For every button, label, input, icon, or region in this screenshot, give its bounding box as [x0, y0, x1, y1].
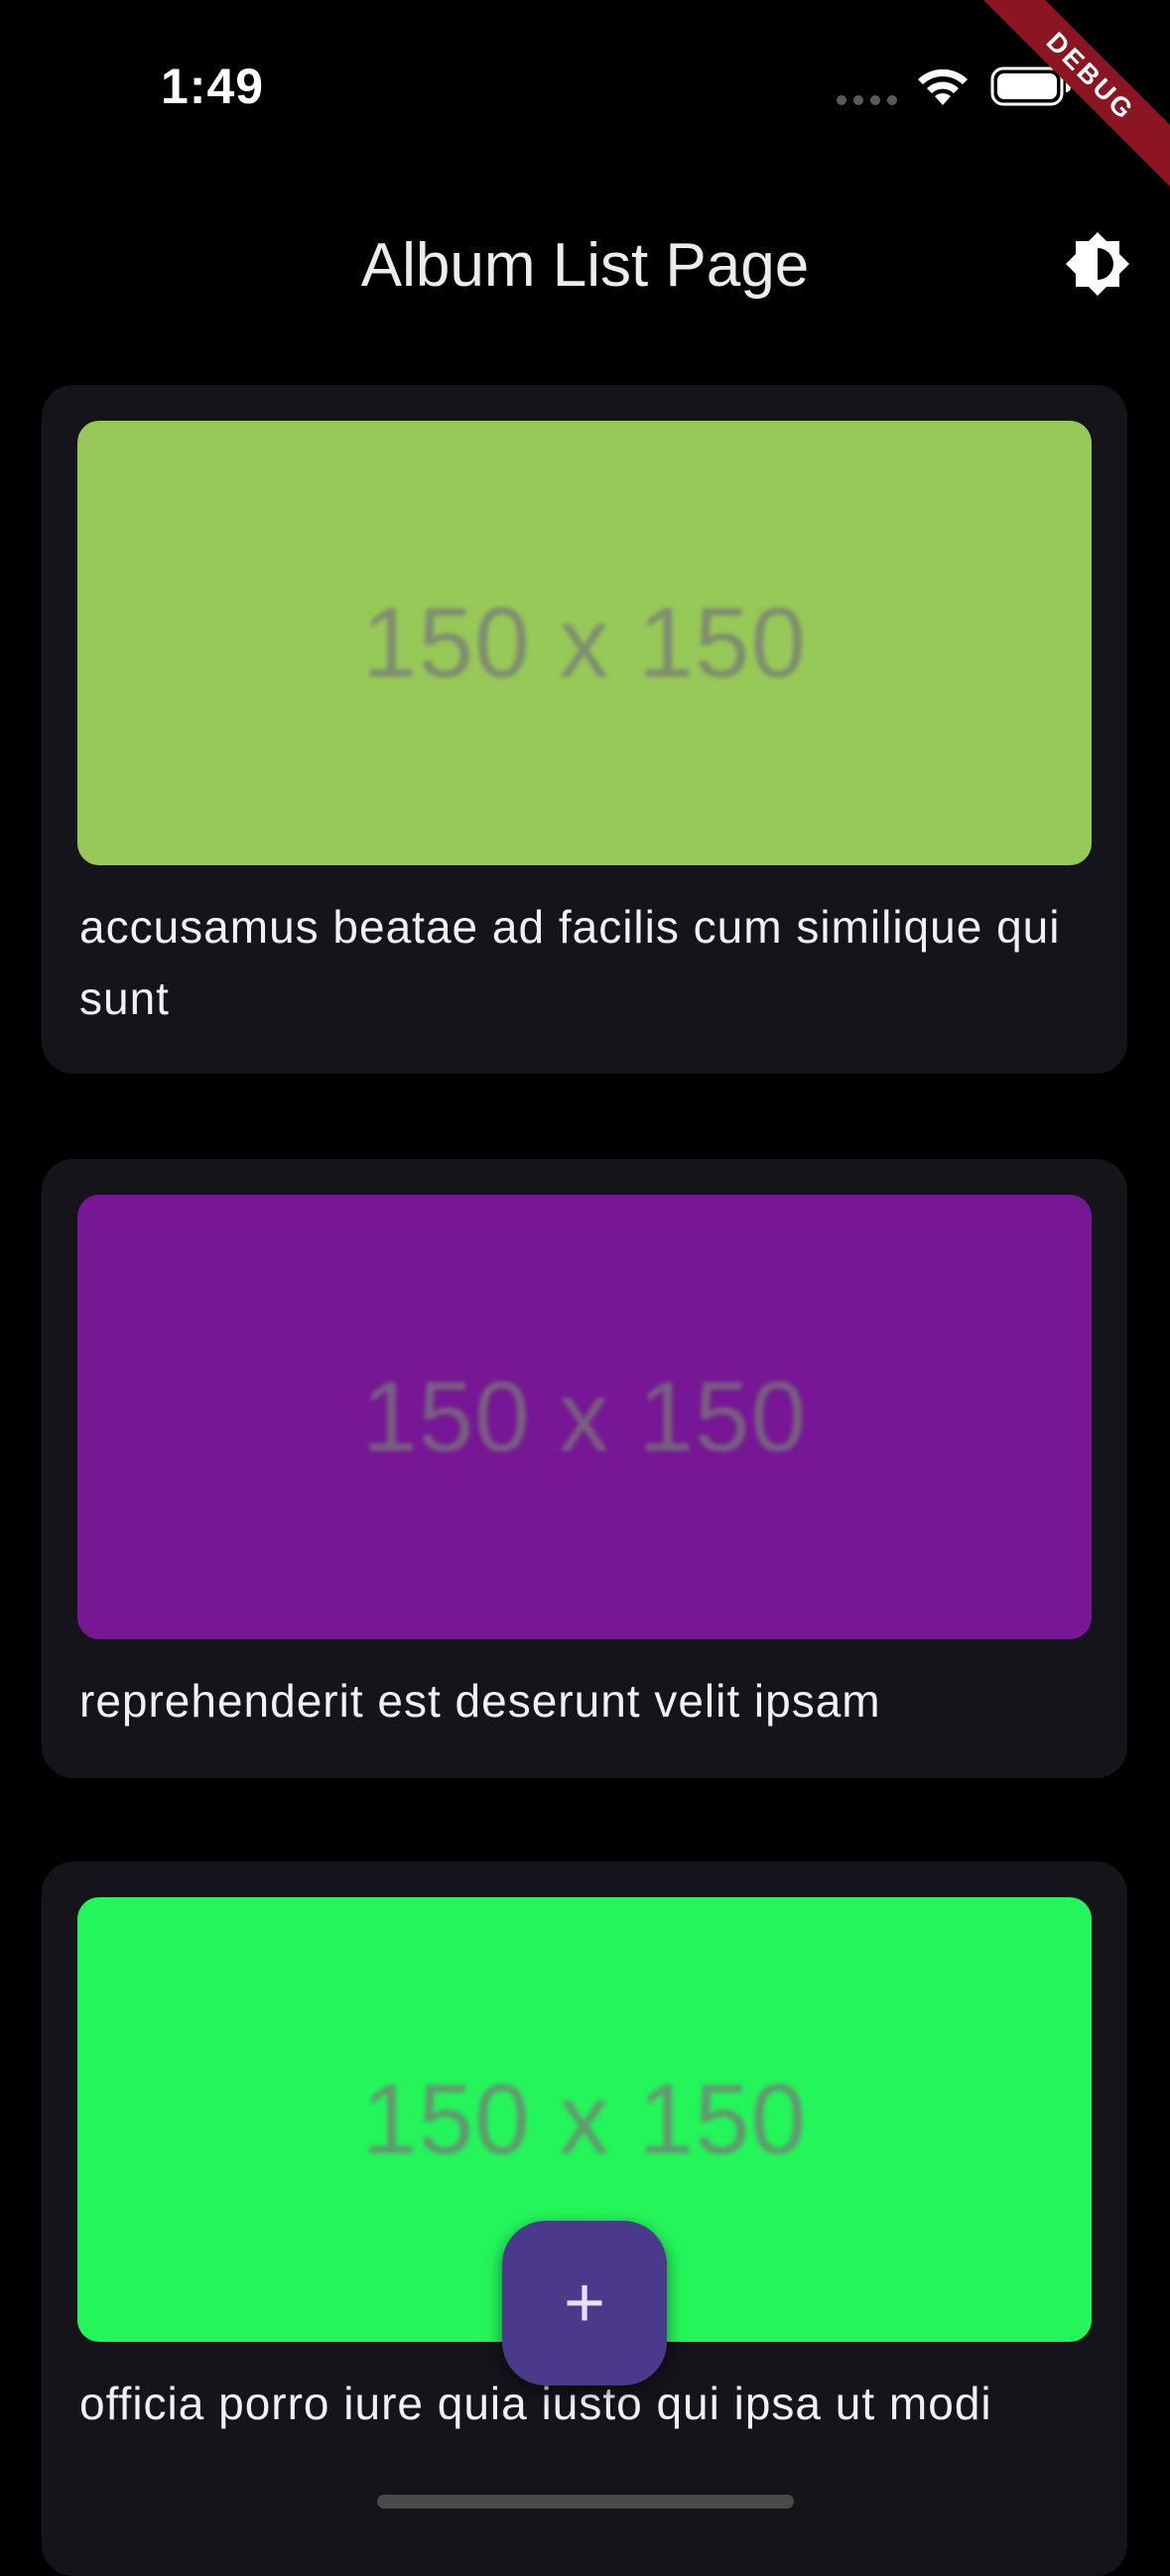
signal-dots-icon	[837, 95, 897, 105]
album-card[interactable]: 150 x 150 officia porro iure quia iusto …	[42, 1862, 1127, 2576]
brightness-icon	[1066, 232, 1129, 296]
thumbnail-placeholder-text: 150 x 150	[361, 1360, 808, 1473]
home-indicator[interactable]	[377, 2495, 794, 2509]
add-album-button[interactable]: +	[502, 2221, 667, 2385]
album-card[interactable]: 150 x 150 reprehenderit est deserunt vel…	[42, 1159, 1127, 1778]
wifi-icon	[918, 68, 968, 105]
album-card[interactable]: 150 x 150 accusamus beatae ad facilis cu…	[42, 385, 1127, 1074]
theme-toggle-button[interactable]	[1060, 226, 1135, 302]
album-title: reprehenderit est deserunt velit ipsam	[79, 1675, 881, 1727]
app-bar: Album List Page	[0, 198, 1170, 327]
album-title: accusamus beatae ad facilis cum similiqu…	[79, 901, 1061, 1024]
thumbnail-placeholder-text: 150 x 150	[361, 2063, 808, 2175]
plus-icon: +	[563, 2263, 606, 2343]
album-thumbnail: 150 x 150	[77, 421, 1092, 865]
status-time: 1:49	[161, 59, 265, 114]
thumbnail-placeholder-text: 150 x 150	[361, 586, 808, 699]
status-bar: 1:49	[0, 0, 1170, 169]
page-title: Album List Page	[360, 231, 810, 300]
album-thumbnail: 150 x 150	[77, 1195, 1092, 1639]
